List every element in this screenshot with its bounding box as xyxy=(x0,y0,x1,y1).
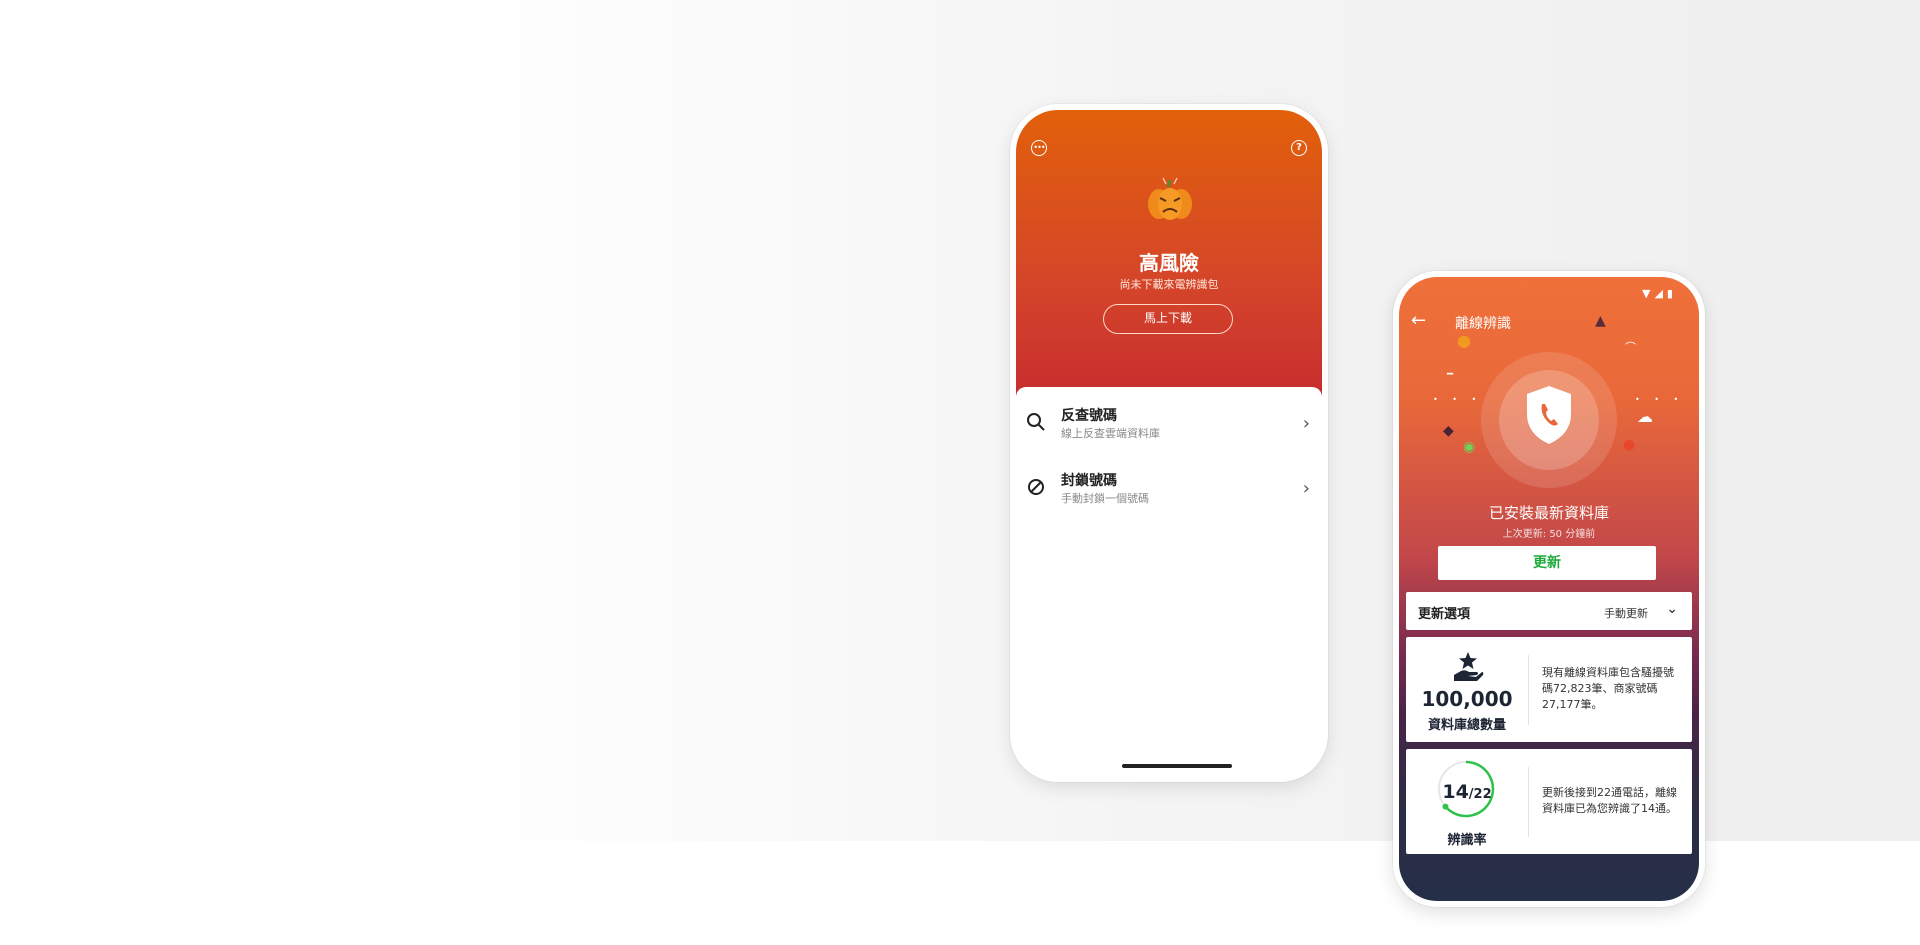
list-item-sub: 線上反查雲端資料庫 xyxy=(1061,427,1160,440)
database-count-label: 資料庫總數量 xyxy=(1427,718,1506,733)
list-item-sub: 手動封鎖一個號碼 xyxy=(1061,492,1149,505)
recognition-rate-value: 14/22 xyxy=(1406,781,1528,803)
list-item-label: 反查號碼 xyxy=(1061,408,1117,424)
card-divider xyxy=(1528,767,1529,837)
shield-phone-icon xyxy=(1527,386,1571,444)
search-icon xyxy=(1027,413,1045,431)
update-options-value: 手動更新 xyxy=(1604,607,1648,620)
recognition-rate-denom: /22 xyxy=(1468,787,1492,802)
download-now-button[interactable]: 馬上下載 xyxy=(1103,304,1233,334)
update-button[interactable]: 更新 xyxy=(1438,546,1656,580)
update-options-row[interactable]: 更新選項 手動更新 ⌄ xyxy=(1406,592,1692,630)
list-item-reverse-lookup[interactable]: 反查號碼 線上反查雲端資料庫 › xyxy=(1016,397,1322,447)
recognition-rate-card: 14/22 辨識率 更新後接到22通電話，離線資料庫已為您辨識了14通。 xyxy=(1406,749,1692,854)
phone-screen: ▼◢▮ ← 離線辨識 ● ▲ ⌒ ━ • • • • • • ☁ ◆ ◉ ● 已… xyxy=(1399,277,1699,901)
update-options-label: 更新選項 xyxy=(1418,607,1471,622)
block-icon xyxy=(1028,479,1044,495)
chevron-right-icon: › xyxy=(1302,478,1310,499)
last-update-text: 上次更新: 50 分鐘前 xyxy=(1502,529,1596,540)
phone-screen: ••• ? 高風險 尚未下載來電辨識包 馬上下載 反查號碼 線上反查雲端資料庫 … xyxy=(1016,110,1322,776)
eyeball-decor-icon: ◉ xyxy=(1463,439,1476,455)
bat-decor-icon: ◆ xyxy=(1443,423,1454,439)
ghost-decor-icon: ☁ xyxy=(1637,407,1653,426)
witch-decor-icon: ▲ xyxy=(1595,313,1606,329)
dots-decor-icon: • • • xyxy=(1635,395,1685,404)
bat-decor-icon: ⌒ xyxy=(1625,341,1636,354)
database-count-card: 100,000 資料庫總數量 現有離線資料庫包含騷擾號碼72,823筆、商家號碼… xyxy=(1406,637,1692,742)
recognition-rate-num: 14 xyxy=(1442,781,1469,803)
chevron-down-icon: ⌄ xyxy=(1666,601,1678,617)
list-item-block-number[interactable]: 封鎖號碼 手動封鎖一個號碼 › xyxy=(1016,462,1322,512)
pumpkin-decor-icon: ● xyxy=(1457,331,1471,350)
recognition-rate-label: 辨識率 xyxy=(1447,833,1487,848)
chevron-right-icon: › xyxy=(1302,413,1310,434)
hand-star-icon xyxy=(1454,652,1484,681)
pumpkin-icon xyxy=(1148,177,1192,220)
phone-offline-screen: ▼◢▮ ← 離線辨識 ● ▲ ⌒ ━ • • • • • • ☁ ◆ ◉ ● 已… xyxy=(1393,271,1705,907)
risk-hero: ••• ? 高風險 尚未下載來電辨識包 馬上下載 xyxy=(1016,110,1322,400)
recognition-rate-description: 更新後接到22通電話，離線資料庫已為您辨識了14通。 xyxy=(1542,786,1677,815)
more-icon[interactable]: ••• xyxy=(1031,140,1047,156)
home-indicator[interactable] xyxy=(1122,764,1232,768)
dots-decor-icon: • • • xyxy=(1433,395,1483,404)
database-count-description: 現有離線資料庫包含騷擾號碼72,823筆、商家號碼27,177筆。 xyxy=(1542,666,1674,711)
risk-title: 高風險 xyxy=(1139,251,1199,275)
phone-risk-screen: ••• ? 高風險 尚未下載來電辨識包 馬上下載 反查號碼 線上反查雲端資料庫 … xyxy=(1010,104,1328,782)
bone-decor-icon: ━ xyxy=(1447,369,1454,380)
help-icon[interactable]: ? xyxy=(1291,140,1307,156)
back-arrow-icon[interactable]: ← xyxy=(1411,310,1426,331)
database-count-value: 100,000 xyxy=(1421,687,1513,711)
database-status: 已安裝最新資料庫 xyxy=(1488,504,1609,522)
card-divider xyxy=(1528,655,1529,725)
page-title: 離線辨識 xyxy=(1455,316,1511,332)
risk-subtitle: 尚未下載來電辨識包 xyxy=(1119,278,1219,291)
status-bar-icons: ▼◢▮ xyxy=(1642,287,1677,300)
feature-list: 反查號碼 線上反查雲端資料庫 › 封鎖號碼 手動封鎖一個號碼 › xyxy=(1016,387,1322,776)
list-item-label: 封鎖號碼 xyxy=(1061,473,1117,489)
pumpkin-decor-icon: ● xyxy=(1623,437,1636,453)
